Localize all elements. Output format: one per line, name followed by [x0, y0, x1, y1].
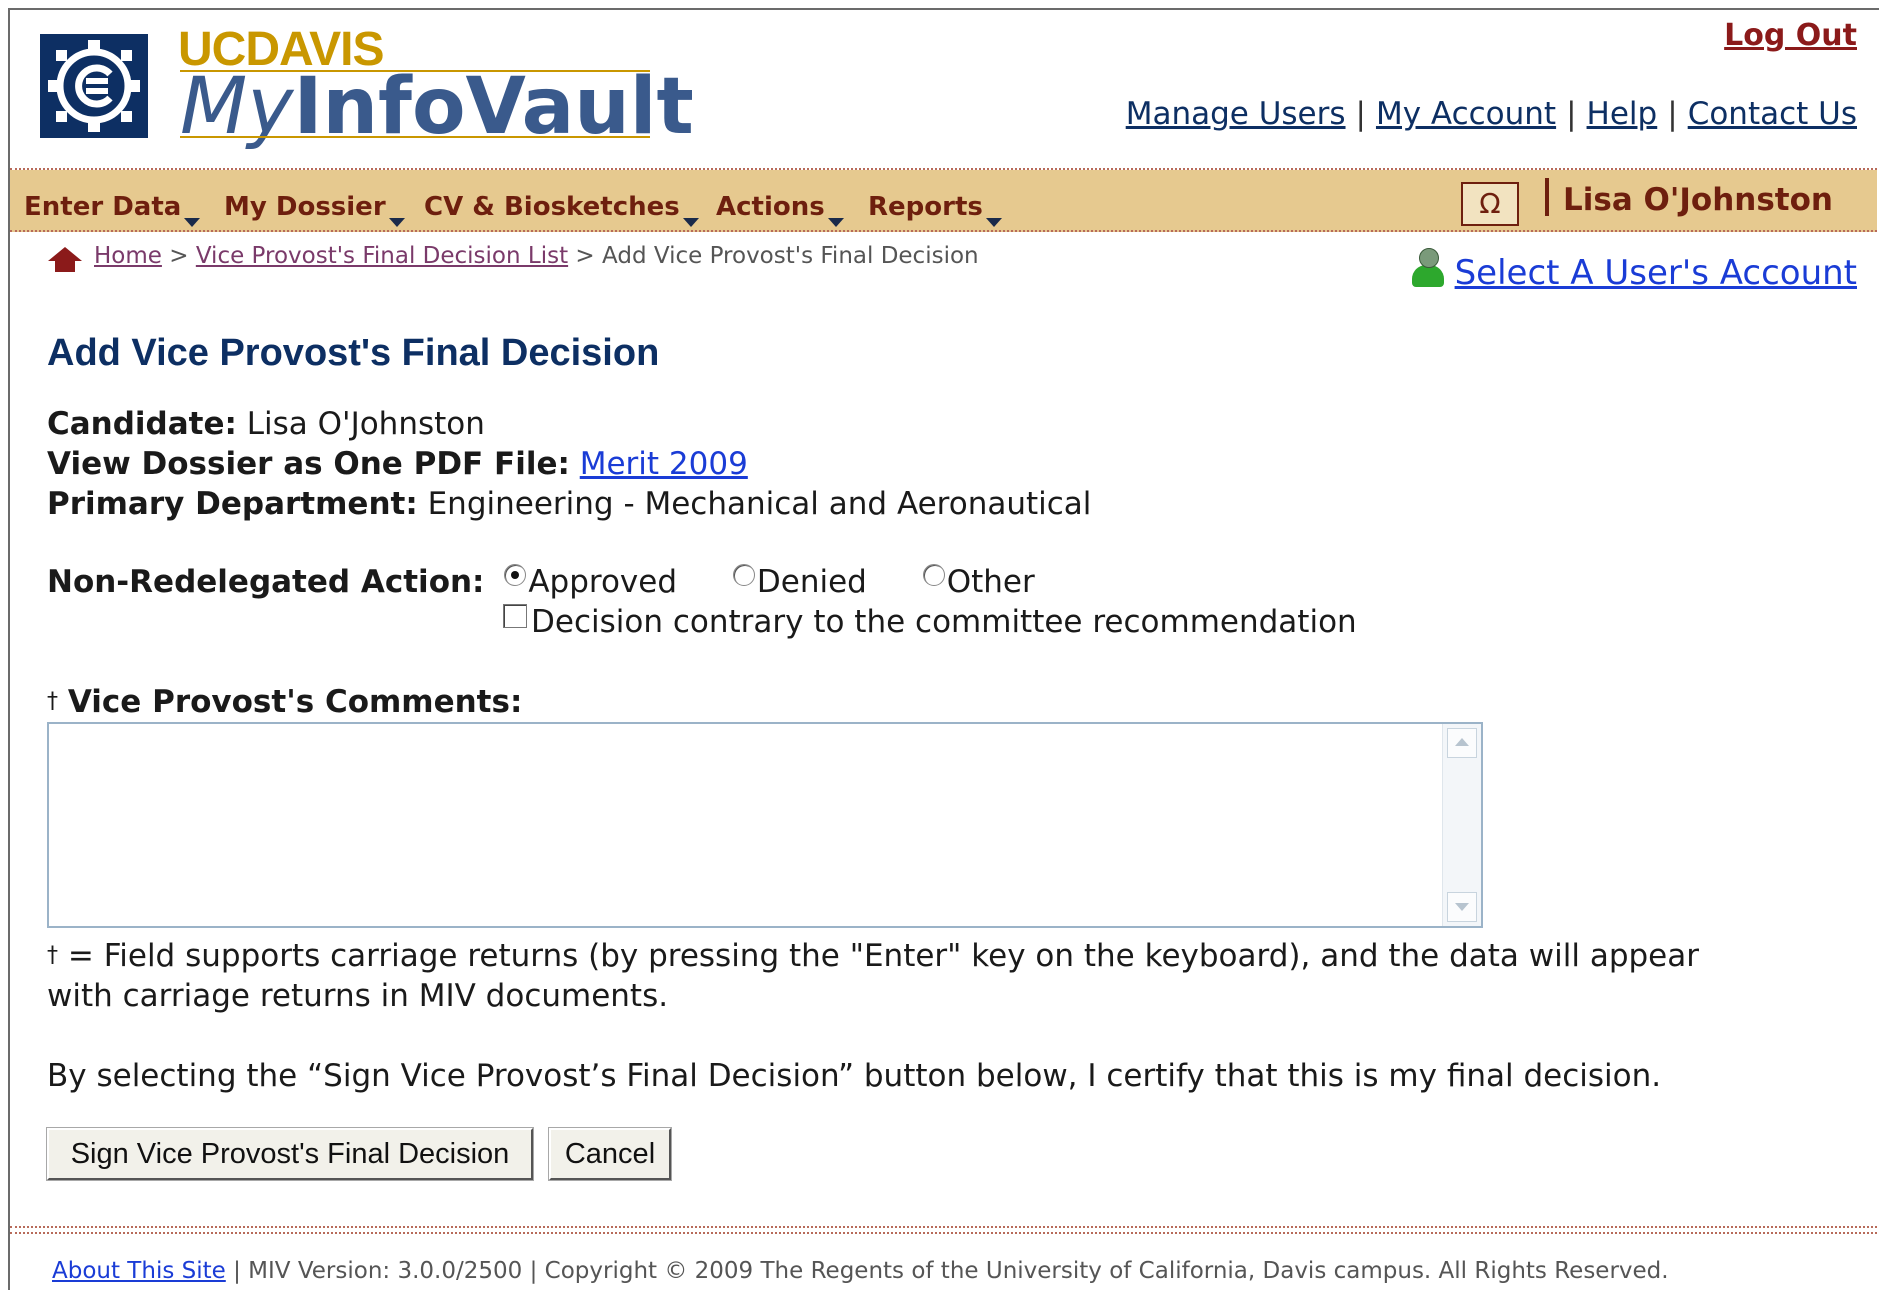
special-characters-button[interactable]: Ω [1461, 182, 1519, 226]
certify-text: By selecting the “Sign Vice Provost’s Fi… [47, 1058, 1662, 1094]
user-icon [1411, 248, 1445, 288]
comments-textarea[interactable] [47, 722, 1483, 928]
nav-current-user: Lisa O'Johnston [1563, 182, 1833, 218]
page-title: Add Vice Provost's Final Decision [47, 332, 660, 374]
miv-version: MIV Version: 3.0.0/2500 [248, 1258, 523, 1284]
cancel-button[interactable]: Cancel [548, 1127, 672, 1181]
nav-divider [1545, 178, 1549, 216]
copyright: Copyright © 2009 The Regents of the Univ… [544, 1258, 1669, 1284]
home-icon[interactable] [48, 247, 82, 272]
carriage-return-note: † = Field supports carriage returns (by … [47, 938, 1699, 974]
comments-label: † Vice Provost's Comments: [47, 684, 523, 720]
carriage-return-note-2: with carriage returns in MIV documents. [47, 978, 669, 1014]
myinfovault-wordmark: MyInfoVault [180, 62, 694, 152]
chevron-down-icon [184, 218, 201, 227]
department-value: Engineering - Mechanical and Aeronautica… [427, 486, 1092, 522]
breadcrumb-current: Add Vice Provost's Final Decision [602, 243, 979, 269]
contrary-checkbox[interactable] [503, 604, 527, 628]
scroll-down-icon[interactable] [1447, 892, 1477, 922]
nav-enter-data[interactable]: Enter Data [24, 192, 201, 227]
footer-divider-2 [10, 1232, 1877, 1234]
breadcrumb: Home > Vice Provost's Final Decision Lis… [48, 243, 979, 272]
help-link[interactable]: Help [1587, 96, 1658, 132]
radio-denied[interactable]: Denied [732, 564, 867, 600]
manage-users-link[interactable]: Manage Users [1126, 96, 1346, 132]
chevron-down-icon [985, 218, 1002, 227]
top-links: Manage Users | My Account | Help | Contact Us [1125, 96, 1857, 132]
contrary-checkbox-row[interactable]: Decision contrary to the committee recom… [503, 604, 1357, 640]
radio-other[interactable]: Other [922, 564, 1035, 600]
contact-us-link[interactable]: Contact Us [1688, 96, 1857, 132]
action-row: Non-Redelegated Action: Approved Denied … [47, 564, 1035, 600]
nav-actions[interactable]: Actions [716, 192, 844, 227]
nav-reports[interactable]: Reports [868, 192, 1002, 227]
select-user-account-link[interactable]: Select A User's Account [1411, 248, 1857, 293]
nav-cv-biosketches[interactable]: CV & Biosketches [424, 192, 699, 227]
my-account-link[interactable]: My Account [1376, 96, 1556, 132]
chevron-down-icon [682, 218, 699, 227]
breadcrumb-home[interactable]: Home [94, 243, 162, 269]
department-row: Primary Department: Engineering - Mechan… [47, 486, 1092, 522]
comments-scrollbar[interactable] [1442, 724, 1481, 926]
miv-logo-icon [40, 34, 148, 138]
nav-my-dossier[interactable]: My Dossier [224, 192, 405, 227]
main-nav: Enter Data My Dossier CV & Biosketches A… [10, 170, 1877, 232]
footer-divider [10, 1226, 1877, 1228]
candidate-row: Candidate: Lisa O'Johnston [47, 406, 485, 442]
about-site-link[interactable]: About This Site [52, 1258, 226, 1284]
breadcrumb-decision-list[interactable]: Vice Provost's Final Decision List [196, 243, 568, 269]
candidate-name: Lisa O'Johnston [246, 406, 485, 442]
dossier-row: View Dossier as One PDF File: Merit 2009 [47, 446, 748, 482]
brand-rule-bottom [180, 136, 650, 138]
scroll-up-icon[interactable] [1447, 728, 1477, 758]
sign-decision-button[interactable]: Sign Vice Provost's Final Decision [46, 1127, 534, 1181]
chevron-down-icon [827, 218, 844, 227]
logout-link[interactable]: Log Out [1724, 18, 1857, 53]
footer: About This Site | MIV Version: 3.0.0/250… [52, 1258, 1669, 1284]
chevron-down-icon [388, 218, 405, 227]
radio-approved[interactable]: Approved [504, 564, 677, 600]
dossier-pdf-link[interactable]: Merit 2009 [580, 446, 748, 482]
